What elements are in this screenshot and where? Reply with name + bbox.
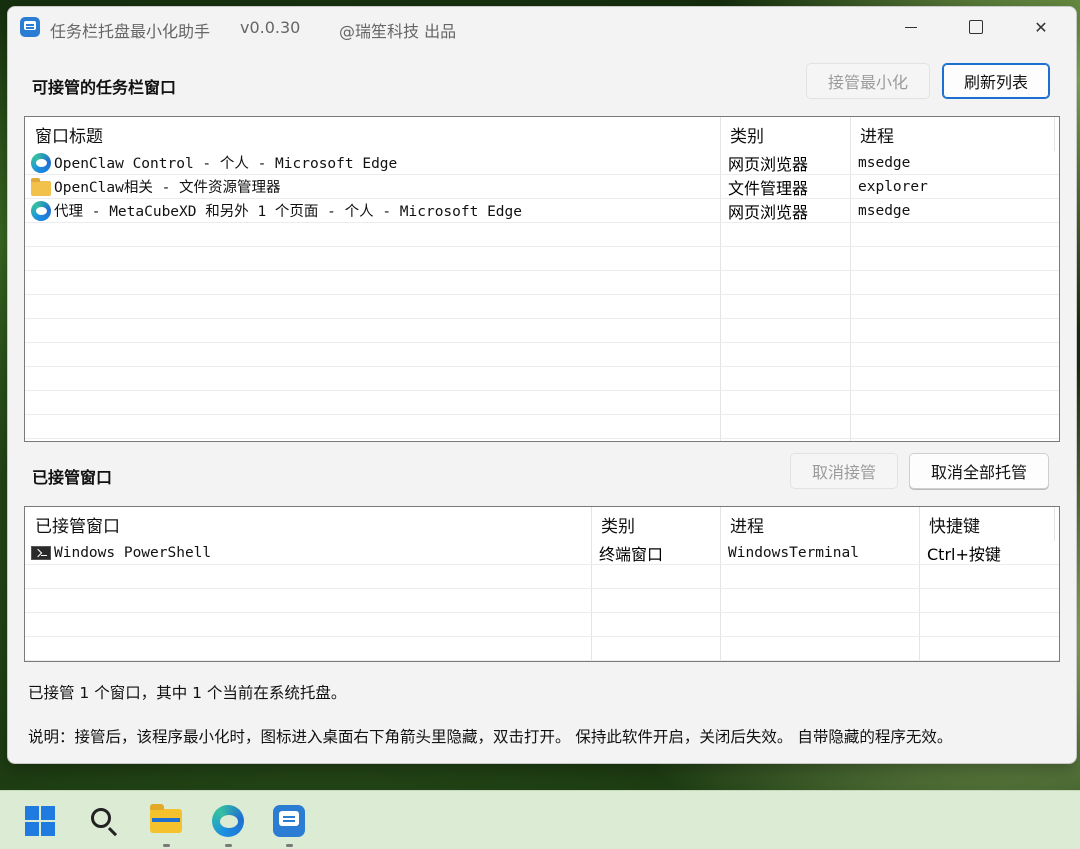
column-header-process[interactable]: 进程 (850, 117, 1054, 151)
empty-row (25, 589, 1059, 613)
empty-row (25, 223, 1059, 247)
minimize-button[interactable] (888, 7, 934, 47)
column-header-hotkey[interactable]: 快捷键 (919, 507, 1054, 541)
table-header: 已接管窗口 类别 进程 快捷键 (25, 507, 1059, 541)
managed-window-process: WindowsTerminal (728, 544, 859, 561)
empty-row (25, 247, 1059, 271)
window-process: msedge (858, 154, 911, 171)
cancel-takeover-button[interactable]: 取消接管 (790, 453, 898, 489)
maximize-icon (969, 20, 983, 34)
table-row[interactable]: OpenClaw相关 - 文件资源管理器 文件管理器 explorer (25, 175, 1059, 199)
app-version: v0.0.30 (240, 18, 301, 37)
empty-row (25, 565, 1059, 589)
column-header-category[interactable]: 类别 (720, 117, 850, 151)
empty-row (25, 271, 1059, 295)
running-indicator (225, 844, 232, 847)
running-indicator (286, 844, 293, 847)
table-row[interactable]: OpenClaw Control - 个人 - Microsoft Edge 网… (25, 151, 1059, 175)
window-category: 网页浏览器 (728, 202, 809, 222)
empty-row (25, 343, 1059, 367)
search-icon (91, 808, 111, 828)
column-header-process[interactable]: 进程 (720, 507, 919, 541)
window-process: msedge (858, 202, 911, 219)
close-button[interactable]: ✕ (1018, 7, 1064, 47)
minimize-takeover-button[interactable]: 接管最小化 (806, 63, 930, 99)
app-title: 任务栏托盘最小化助手 (50, 22, 211, 41)
start-button[interactable] (20, 801, 60, 841)
powershell-icon (31, 545, 51, 560)
taskbar (0, 790, 1080, 849)
search-button[interactable] (84, 801, 124, 841)
window-title: OpenClaw Control - 个人 - Microsoft Edge (54, 156, 398, 172)
available-section-title: 可接管的任务栏窗口 (32, 78, 177, 97)
empty-row (25, 367, 1059, 391)
empty-row (25, 415, 1059, 439)
window-title: OpenClaw相关 - 文件资源管理器 (54, 180, 281, 196)
available-windows-table[interactable]: 窗口标题 类别 进程 OpenClaw Control - 个人 - Micro… (24, 116, 1060, 442)
tray-helper-app-icon (273, 805, 305, 837)
managed-window-hotkey: Ctrl+按键 (927, 544, 1001, 564)
managed-section-title: 已接管窗口 (32, 468, 113, 487)
empty-row (25, 295, 1059, 319)
start-icon (25, 806, 55, 836)
title-bar[interactable]: 任务栏托盘最小化助手 v0.0.30 @瑞笙科技 出品 ✕ (8, 7, 1076, 47)
maximize-button[interactable] (953, 7, 999, 47)
app-window: 任务栏托盘最小化助手 v0.0.30 @瑞笙科技 出品 ✕ 可接管的任务栏窗口 … (7, 6, 1077, 764)
column-header-managed-window[interactable]: 已接管窗口 (25, 507, 591, 541)
usage-note: 说明：接管后，该程序最小化时，图标进入桌面右下角箭头里隐藏，双击打开。 保持此软… (28, 728, 953, 746)
empty-row (25, 613, 1059, 637)
close-icon: ✕ (1034, 17, 1048, 37)
managed-windows-table[interactable]: 已接管窗口 类别 进程 快捷键 Windows PowerShell 终端窗口 … (24, 506, 1060, 662)
status-summary: 已接管 1 个窗口，其中 1 个当前在系统托盘。 (28, 684, 347, 702)
app-icon (20, 17, 40, 37)
table-header: 窗口标题 类别 进程 (25, 117, 1059, 151)
table-row[interactable]: Windows PowerShell 终端窗口 WindowsTerminal … (25, 541, 1059, 565)
file-explorer-button[interactable] (146, 801, 186, 847)
app-credit: @瑞笙科技 出品 (339, 22, 457, 41)
edge-taskbar-button[interactable] (208, 801, 248, 847)
column-header-title[interactable]: 窗口标题 (25, 117, 720, 151)
window-title: 代理 - MetaCubeXD 和另外 1 个页面 - 个人 - Microso… (54, 204, 522, 220)
table-row[interactable]: 代理 - MetaCubeXD 和另外 1 个页面 - 个人 - Microso… (25, 199, 1059, 223)
empty-row (25, 391, 1059, 415)
running-indicator (163, 844, 170, 847)
edge-icon (212, 805, 244, 837)
window-category: 文件管理器 (728, 178, 809, 198)
empty-row (25, 319, 1059, 343)
managed-window-category: 终端窗口 (599, 544, 664, 564)
column-header-category[interactable]: 类别 (591, 507, 720, 541)
edge-icon (31, 152, 51, 173)
folder-icon (31, 177, 51, 196)
minimize-icon (905, 26, 917, 28)
edge-icon (31, 200, 51, 221)
managed-window-title: Windows PowerShell (54, 544, 212, 561)
empty-row (25, 637, 1059, 661)
file-explorer-icon (150, 804, 182, 833)
window-process: explorer (858, 178, 928, 195)
window-category: 网页浏览器 (728, 154, 809, 174)
refresh-list-button[interactable]: 刷新列表 (942, 63, 1050, 99)
cancel-all-takeover-button[interactable]: 取消全部托管 (909, 453, 1049, 489)
tray-helper-taskbar-button[interactable] (269, 801, 309, 847)
